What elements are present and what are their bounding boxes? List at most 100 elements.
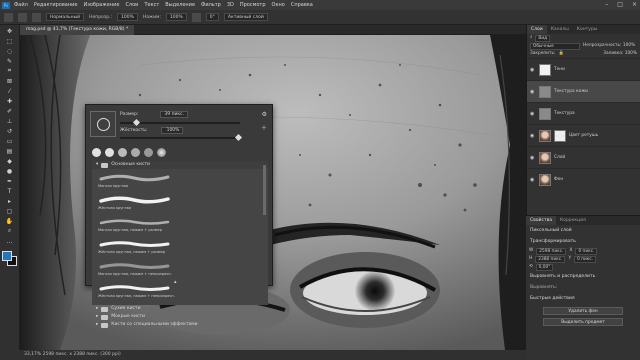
- marquee-tool-icon[interactable]: ⬚: [4, 37, 16, 45]
- opacity-value[interactable]: Непрозрачность: 100%: [583, 42, 635, 50]
- stamp-tool-icon[interactable]: ⊥: [4, 117, 16, 125]
- eye-icon[interactable]: ◉: [530, 89, 536, 95]
- sample-dropdown[interactable]: Активный слой: [223, 13, 268, 21]
- brush-item[interactable]: Жёсткая круглая: [96, 193, 174, 215]
- foreground-color[interactable]: [1, 251, 12, 261]
- crop-tool-icon[interactable]: ⌗: [4, 67, 16, 75]
- gradient-icon[interactable]: ▤: [4, 147, 16, 155]
- brush-item[interactable]: Мягкая круглая: [96, 171, 174, 193]
- tab-paths[interactable]: Контуры: [573, 25, 602, 34]
- eraser-icon[interactable]: ▭: [4, 137, 16, 145]
- dodge-icon[interactable]: ●: [4, 167, 16, 175]
- tab-properties[interactable]: Свойства: [526, 216, 556, 225]
- folder-special[interactable]: ▸ Кисти со специальными эффектами: [92, 321, 268, 329]
- recent-brush-1[interactable]: [92, 148, 101, 157]
- tab-channels[interactable]: Каналы: [547, 25, 573, 34]
- document-tab[interactable]: mag.psd @ 41,7% (Текстура кожи, RGB/8) *: [20, 25, 135, 35]
- mode-dropdown[interactable]: Нормальный: [46, 13, 85, 21]
- quick-actions-heading[interactable]: Быстрые действия: [526, 293, 640, 304]
- home-icon[interactable]: [4, 12, 13, 22]
- brush-tool-icon[interactable]: [18, 12, 27, 22]
- height-field[interactable]: 2388 пикс.: [535, 255, 566, 263]
- menu-help[interactable]: Справка: [291, 2, 313, 8]
- menu-text[interactable]: Текст: [144, 2, 159, 8]
- x-field[interactable]: 0 пикс.: [575, 247, 598, 255]
- blur-icon[interactable]: ◆: [4, 157, 16, 165]
- width-field[interactable]: 2598 пикс.: [536, 247, 567, 255]
- menu-window[interactable]: Окно: [272, 2, 285, 8]
- hand-icon[interactable]: ✋: [4, 217, 16, 225]
- minimize-icon[interactable]: –: [605, 1, 608, 8]
- list-scrollbar[interactable]: [263, 165, 266, 215]
- folder-general[interactable]: ▾ Основные кисти: [92, 161, 268, 169]
- eye-icon[interactable]: ◉: [530, 177, 536, 183]
- recent-brush-6[interactable]: [157, 148, 166, 157]
- menu-file[interactable]: Файл: [14, 2, 28, 8]
- layer-row[interactable]: ◉ Текстура: [527, 102, 640, 124]
- maximize-icon[interactable]: □: [617, 1, 623, 8]
- tab-layers[interactable]: Слои: [527, 25, 547, 34]
- lock-icon[interactable]: 🔒: [558, 50, 563, 58]
- folder-dry[interactable]: ▸ Сухие кисти: [92, 305, 268, 313]
- brush-item[interactable]: Мягкая круглая, нажим + размер: [96, 215, 174, 237]
- layer-mask-thumbnail[interactable]: [554, 129, 566, 142]
- layer-row[interactable]: ◉ Фон: [527, 168, 640, 190]
- recent-brush-2[interactable]: [105, 148, 114, 157]
- menu-edit[interactable]: Редактирование: [34, 2, 78, 8]
- opacity-field[interactable]: 100%: [117, 13, 138, 21]
- flow-field[interactable]: 100%: [165, 13, 187, 21]
- blend-mode-dropdown[interactable]: Обычные: [530, 42, 580, 50]
- frame-tool-icon[interactable]: ⊠: [4, 77, 16, 85]
- airbrush-icon[interactable]: [191, 12, 201, 22]
- eye-icon[interactable]: ◉: [530, 133, 536, 139]
- gear-icon[interactable]: ⚙: [262, 111, 267, 118]
- select-subject-button[interactable]: Выделить предмет: [543, 318, 623, 326]
- quick-select-icon[interactable]: ✎: [4, 57, 16, 65]
- brush-angle-preview[interactable]: [90, 111, 116, 137]
- menu-filter[interactable]: Фильтр: [201, 2, 221, 8]
- layer-row[interactable]: ◉ Слой: [527, 146, 640, 168]
- layer-row[interactable]: ◉ Цвет ретушь: [527, 124, 640, 146]
- healing-brush-icon[interactable]: ✚: [4, 97, 16, 105]
- hardness-field[interactable]: 100%: [161, 127, 184, 134]
- size-field[interactable]: 39 пикс.: [160, 111, 189, 118]
- menu-3d[interactable]: 3D: [227, 2, 234, 8]
- layer-row-selected[interactable]: ◉ Текстура кожи: [527, 80, 640, 102]
- brush-preset-icon[interactable]: [32, 12, 41, 22]
- eye-icon[interactable]: ◉: [530, 155, 536, 161]
- more-tools-icon[interactable]: …: [4, 237, 16, 245]
- path-select-icon[interactable]: ▸: [4, 197, 16, 205]
- menu-image[interactable]: Изображение: [83, 2, 119, 8]
- align-heading[interactable]: Выровнять и распределить: [526, 271, 640, 282]
- eyedropper-icon[interactable]: ⁄: [4, 87, 16, 95]
- recent-brush-5[interactable]: [144, 148, 153, 157]
- menu-layers[interactable]: Слои: [125, 2, 138, 8]
- size-slider[interactable]: [120, 118, 240, 127]
- shape-icon[interactable]: ▢: [4, 207, 16, 215]
- photoshop-logo[interactable]: Ps: [2, 1, 10, 9]
- close-icon[interactable]: ×: [632, 1, 637, 8]
- new-preset-icon[interactable]: ＋: [261, 123, 267, 132]
- pen-icon[interactable]: ✒: [4, 177, 16, 185]
- color-swatches[interactable]: [1, 251, 18, 267]
- move-tool-icon[interactable]: ✥: [4, 27, 16, 35]
- fill-value[interactable]: Заливка: 100%: [603, 50, 637, 58]
- eye-icon[interactable]: ◉: [530, 67, 536, 73]
- layer-filter-dropdown[interactable]: Вид: [535, 34, 551, 42]
- menu-select[interactable]: Выделение: [165, 2, 195, 8]
- menu-view[interactable]: Просмотр: [240, 2, 266, 8]
- zoom-icon[interactable]: ⌕: [4, 227, 16, 235]
- recent-brush-3[interactable]: [118, 148, 127, 157]
- angle-field[interactable]: 0°: [205, 13, 219, 21]
- history-brush-icon[interactable]: ↺: [4, 127, 16, 135]
- hardness-slider[interactable]: [120, 133, 243, 142]
- transform-heading[interactable]: Трансформировать: [526, 236, 640, 247]
- brush-item[interactable]: Жёсткая круглая, нажим + непрозрачн.: [96, 281, 175, 303]
- eye-icon[interactable]: ◉: [530, 111, 536, 117]
- lasso-tool-icon[interactable]: ◌: [4, 47, 16, 55]
- recent-brush-4[interactable]: [131, 148, 140, 157]
- folder-wet[interactable]: ▸ Мокрые кисти: [92, 313, 268, 321]
- brush-tool-icon-active[interactable]: ✐: [4, 107, 16, 115]
- brush-item[interactable]: Мягкая круглая, нажим + непрозрачн.: [96, 259, 174, 281]
- angle-field[interactable]: 0,00°: [535, 263, 554, 271]
